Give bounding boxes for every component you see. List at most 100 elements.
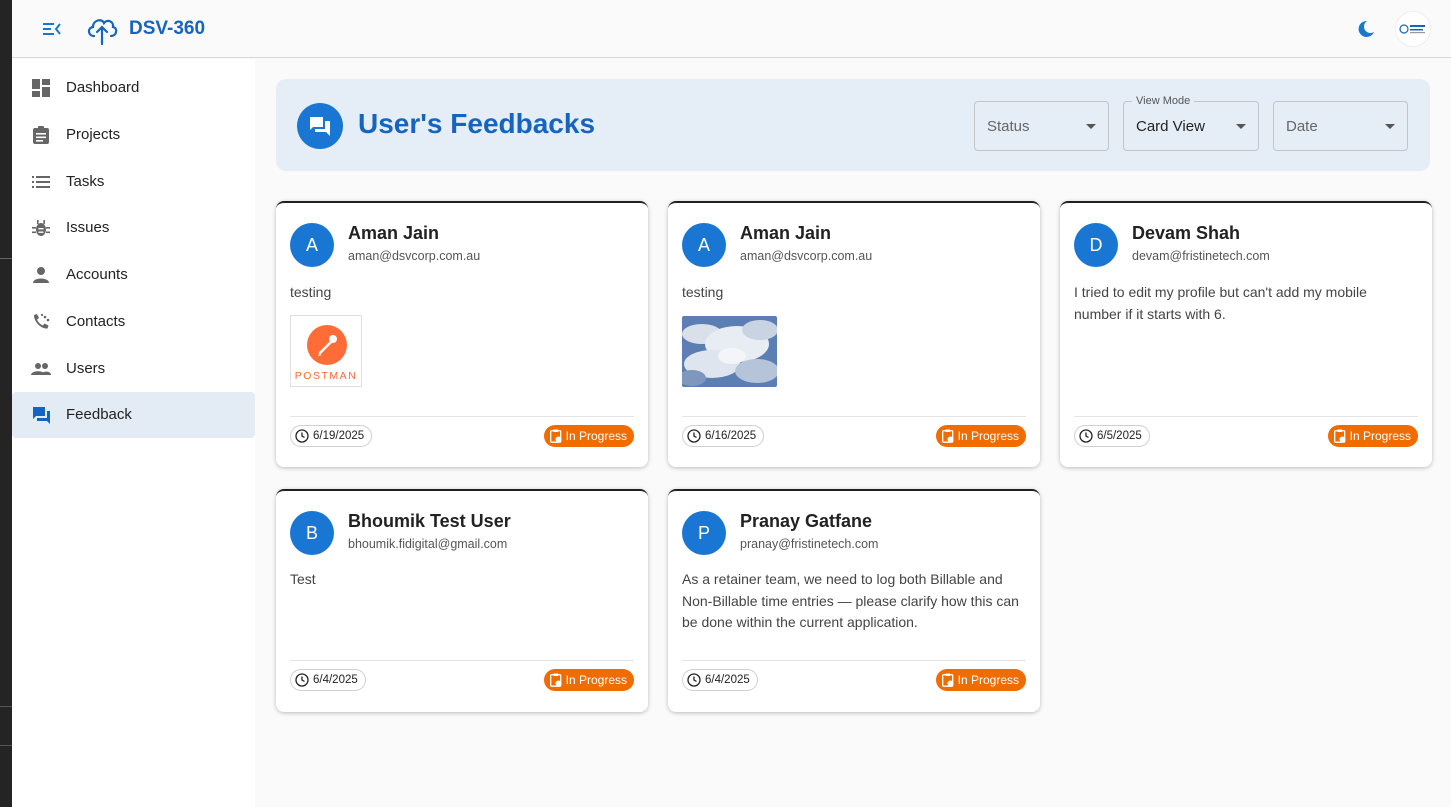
date-filter-select[interactable]: Date bbox=[1273, 101, 1408, 151]
attachment-thumbnail[interactable] bbox=[682, 316, 777, 387]
card-message: Test bbox=[290, 571, 316, 587]
attachment-thumbnail[interactable]: POSTMAN bbox=[290, 315, 362, 387]
sidebar-item-feedback[interactable]: Feedback bbox=[12, 392, 255, 438]
sidebar-item-users[interactable]: Users bbox=[12, 346, 255, 392]
status-badge[interactable]: In Progress bbox=[543, 425, 634, 447]
card-user-name: Devam Shah bbox=[1132, 223, 1241, 243]
sidebar-item-accounts[interactable]: Accounts bbox=[12, 252, 255, 298]
status-filter-placeholder: Status bbox=[987, 118, 1030, 135]
avatar: P bbox=[682, 511, 726, 555]
date-filter-placeholder: Date bbox=[1286, 118, 1318, 135]
card-message: I tried to edit my profile but can't add… bbox=[1074, 284, 1367, 322]
status-text: In Progress bbox=[957, 673, 1019, 687]
sidebar-item-label: Issues bbox=[66, 219, 110, 236]
status-badge[interactable]: In Progress bbox=[543, 669, 634, 691]
avatar: A bbox=[682, 223, 726, 267]
dark-mode-moon-icon[interactable] bbox=[1356, 19, 1376, 39]
status-filter-select[interactable]: Status bbox=[974, 101, 1109, 151]
cloud-upload-logo-icon bbox=[84, 10, 120, 46]
feedback-card[interactable]: A Aman Jain aman@dsvcorp.com.au testing bbox=[668, 201, 1040, 467]
status-badge[interactable]: In Progress bbox=[1327, 425, 1418, 447]
sidebar-item-tasks[interactable]: Tasks bbox=[12, 159, 255, 205]
feedback-card[interactable]: B Bhoumik Test User bhoumik.fidigital@gm… bbox=[276, 489, 648, 712]
card-message: testing bbox=[290, 284, 332, 300]
card-user-email: bhoumik.fidigital@gmail.com bbox=[348, 537, 508, 551]
clock-icon bbox=[687, 673, 701, 687]
page-title: User's Feedbacks bbox=[358, 108, 596, 139]
status-text: In Progress bbox=[565, 673, 627, 687]
date-text: 6/4/2025 bbox=[313, 674, 358, 686]
date-text: 6/19/2025 bbox=[313, 430, 365, 442]
clipboard-icon bbox=[31, 125, 51, 145]
clock-icon bbox=[687, 429, 701, 443]
status-text: In Progress bbox=[1349, 429, 1411, 443]
sidebar-item-projects[interactable]: Projects bbox=[12, 112, 255, 158]
avatar: D bbox=[1074, 223, 1118, 267]
chevron-down-icon bbox=[1236, 124, 1246, 129]
pending-clipboard-icon bbox=[1333, 429, 1346, 443]
sidebar-item-label: Accounts bbox=[66, 266, 128, 283]
clock-icon bbox=[1079, 429, 1093, 443]
sidebar-item-label: Dashboard bbox=[66, 79, 140, 96]
status-text: In Progress bbox=[957, 429, 1019, 443]
status-text: In Progress bbox=[565, 429, 627, 443]
clock-icon bbox=[295, 429, 309, 443]
contacts-icon bbox=[31, 312, 51, 332]
view-mode-label: View Mode bbox=[1132, 95, 1195, 107]
feedback-card[interactable]: D Devam Shah devam@fristinetech.com I tr… bbox=[1060, 201, 1432, 467]
date-chip: 6/4/2025 bbox=[682, 669, 758, 691]
feedback-card[interactable]: P Pranay Gatfane pranay@fristinetech.com… bbox=[668, 489, 1040, 712]
date-chip: 6/16/2025 bbox=[682, 425, 765, 447]
pending-clipboard-icon bbox=[549, 429, 562, 443]
top-app-bar: DSV-360 bbox=[12, 0, 1451, 58]
bug-icon bbox=[31, 218, 51, 238]
date-chip: 6/5/2025 bbox=[1074, 425, 1150, 447]
sidebar-item-dashboard[interactable]: Dashboard bbox=[12, 65, 255, 111]
sidebar-item-contacts[interactable]: Contacts bbox=[12, 299, 255, 345]
user-avatar[interactable] bbox=[1395, 11, 1431, 47]
card-user-name: Aman Jain bbox=[348, 223, 440, 243]
date-chip: 6/19/2025 bbox=[290, 425, 373, 447]
card-user-email: aman@dsvcorp.com.au bbox=[740, 249, 873, 263]
person-icon bbox=[31, 265, 51, 285]
page-header: User's Feedbacks Status View Mode Card V… bbox=[276, 79, 1430, 171]
sidebar-item-label: Feedback bbox=[66, 406, 132, 423]
status-badge[interactable]: In Progress bbox=[935, 669, 1026, 691]
card-message: As a retainer team, we need to log both … bbox=[682, 571, 1019, 630]
sidebar: Dashboard Projects Tasks Issues Accounts… bbox=[12, 59, 255, 807]
avatar: A bbox=[290, 223, 334, 267]
sidebar-item-label: Users bbox=[66, 360, 106, 377]
card-user-name: Bhoumik Test User bbox=[348, 511, 511, 531]
chevron-down-icon bbox=[1385, 124, 1395, 129]
status-badge[interactable]: In Progress bbox=[935, 425, 1026, 447]
card-user-email: devam@fristinetech.com bbox=[1132, 249, 1270, 263]
sky-photo-image bbox=[682, 316, 777, 387]
view-mode-select[interactable]: View Mode Card View bbox=[1123, 95, 1259, 151]
company-logo-icon bbox=[1399, 24, 1425, 34]
clock-icon bbox=[295, 673, 309, 687]
feedback-icon bbox=[31, 405, 51, 425]
sidebar-item-label: Contacts bbox=[66, 313, 126, 330]
feedback-card[interactable]: A Aman Jain aman@dsvcorp.com.au testing … bbox=[276, 201, 648, 467]
sidebar-item-issues[interactable]: Issues bbox=[12, 205, 255, 251]
list-icon bbox=[31, 172, 51, 192]
date-text: 6/16/2025 bbox=[705, 430, 757, 442]
card-user-email: aman@dsvcorp.com.au bbox=[348, 249, 481, 263]
pending-clipboard-icon bbox=[941, 429, 954, 443]
pending-clipboard-icon bbox=[941, 673, 954, 687]
sidebar-item-label: Projects bbox=[66, 126, 121, 143]
date-text: 6/4/2025 bbox=[705, 674, 750, 686]
sidebar-item-label: Tasks bbox=[66, 173, 105, 190]
card-user-name: Pranay Gatfane bbox=[740, 511, 873, 531]
view-mode-value: Card View bbox=[1136, 118, 1205, 135]
avatar: B bbox=[290, 511, 334, 555]
chevron-down-icon bbox=[1086, 124, 1096, 129]
dashboard-icon bbox=[31, 78, 51, 98]
main-content: User's Feedbacks Status View Mode Card V… bbox=[255, 59, 1451, 807]
date-text: 6/5/2025 bbox=[1097, 430, 1142, 442]
card-user-name: Aman Jain bbox=[740, 223, 832, 243]
menu-collapse-icon[interactable] bbox=[42, 19, 62, 39]
postman-logo-text: POSTMAN bbox=[294, 370, 358, 382]
card-message: testing bbox=[682, 284, 724, 300]
card-user-email: pranay@fristinetech.com bbox=[740, 537, 879, 551]
